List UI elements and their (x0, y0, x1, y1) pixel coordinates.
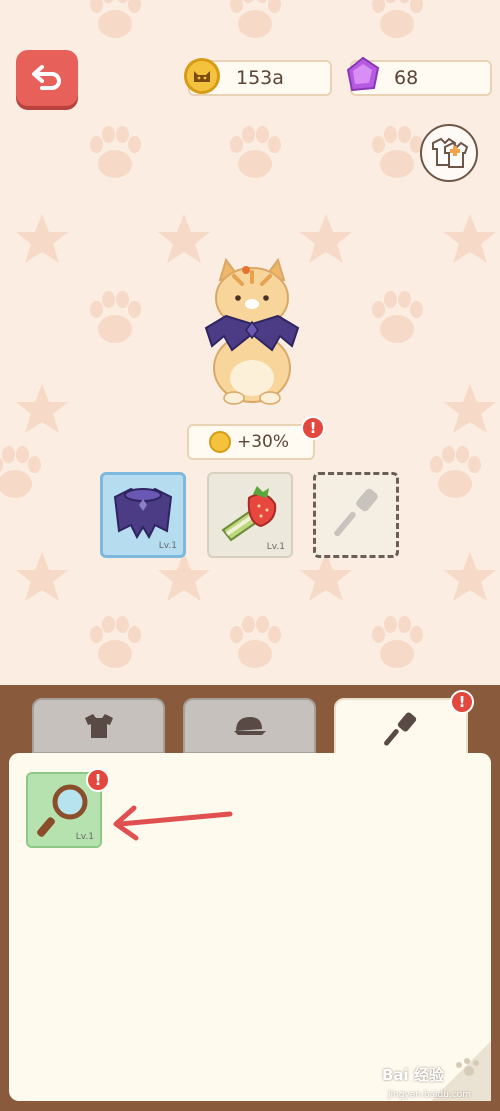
level-label: Lv.1 (266, 542, 285, 552)
paw-decor (80, 120, 150, 190)
equipped-slot-hat[interactable]: Lv.1 (207, 472, 293, 558)
shirt-icon (84, 714, 113, 738)
coin-boost-icon (209, 431, 231, 453)
star-decor (16, 552, 68, 601)
paw-decor (80, 0, 150, 50)
coin-amount: 153a (236, 67, 284, 89)
star-decor (16, 384, 68, 433)
tools-tab-alert-badge: ! (450, 690, 474, 714)
paw-decor (362, 285, 432, 355)
equipped-slot-outfit[interactable]: Lv.1 (100, 472, 186, 558)
tab-hats[interactable] (183, 698, 316, 754)
watermark-url: jingyan.baidu.com (388, 1090, 472, 1100)
pointer-arrow-annotation (113, 805, 233, 841)
star-decor (444, 552, 496, 601)
empty-slot-tool[interactable] (313, 472, 399, 558)
paw-decor (220, 610, 290, 680)
paw-decor (220, 0, 290, 50)
cat-coin-icon (184, 58, 220, 94)
purple-gem-icon (346, 56, 380, 92)
star-decor (444, 384, 496, 433)
paw-decor (220, 120, 290, 190)
paw-decor (80, 610, 150, 680)
item-alert-badge: ! (86, 768, 110, 792)
cap-icon (233, 717, 266, 735)
bonus-value: +30% (237, 432, 290, 452)
star-decor (16, 214, 68, 263)
star-decor (444, 214, 496, 263)
paw-decor (80, 285, 150, 355)
level-label: Lv.1 (158, 541, 177, 551)
gem-amount: 68 (394, 67, 419, 89)
outfit-swap-button[interactable] (420, 124, 478, 182)
watermark-brand: Bai 经验 (382, 1066, 444, 1084)
paw-decor (362, 0, 432, 50)
tab-tools[interactable] (334, 698, 468, 760)
return-arrow-icon (32, 65, 61, 90)
back-button[interactable] (16, 50, 78, 106)
tab-clothing[interactable] (32, 698, 165, 754)
paw-decor (362, 610, 432, 680)
spatula-placeholder-icon (334, 488, 378, 537)
coin-counter: 153a (184, 58, 332, 96)
cat-character (204, 258, 300, 405)
level-label: Lv.1 (75, 832, 94, 842)
spatula-icon (384, 712, 417, 746)
income-bonus-badge: +30% (187, 424, 315, 460)
paw-decor (0, 440, 50, 510)
outfit-swap-icon (432, 137, 469, 168)
bonus-alert-badge: ! (301, 416, 325, 440)
paw-decor (420, 440, 490, 510)
gem-counter: 68 (346, 56, 492, 96)
